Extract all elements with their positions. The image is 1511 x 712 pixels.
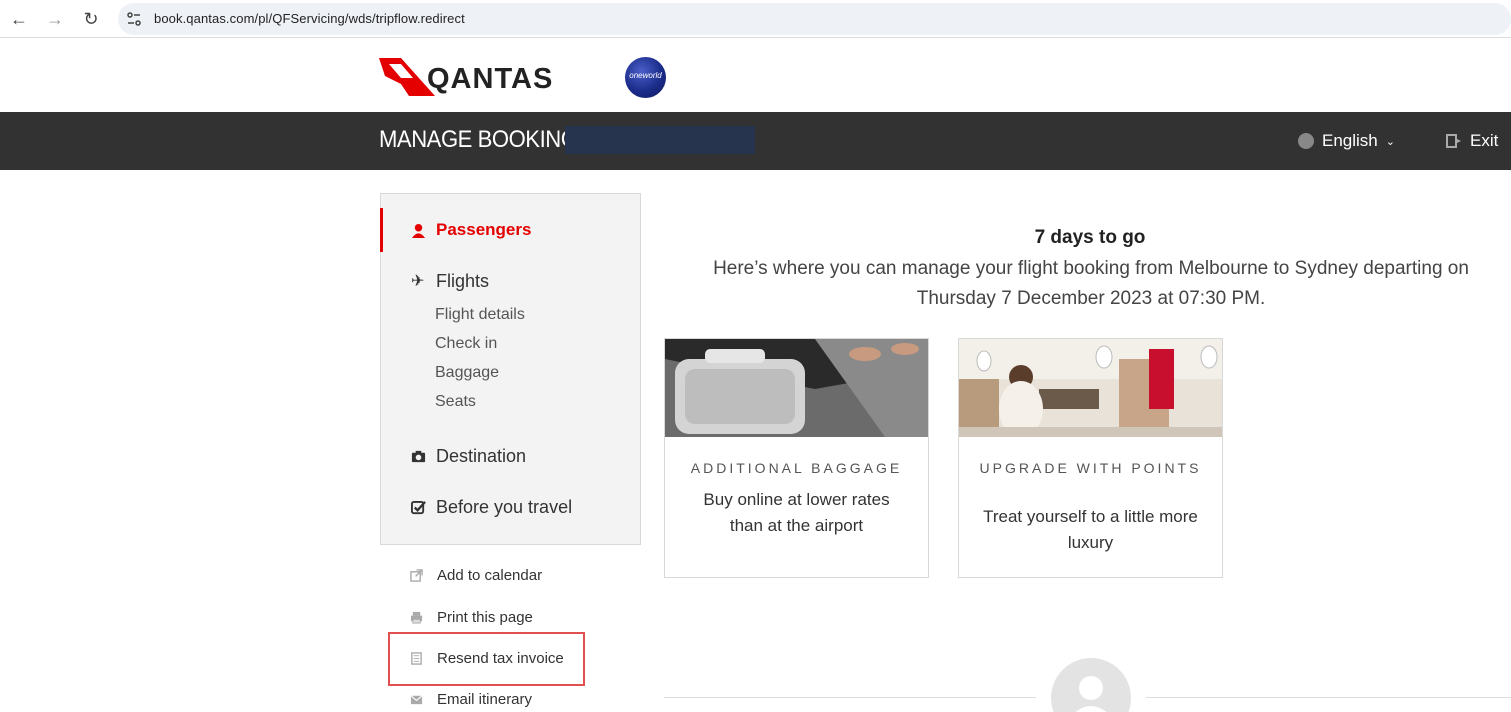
divider-right [1146, 697, 1511, 698]
sidebar-item-label: Before you travel [436, 497, 573, 517]
action-label: Email itinerary [437, 691, 533, 708]
sidebar-subitem-flight-details[interactable]: Flight details [435, 306, 525, 324]
avatar [1051, 658, 1131, 712]
oneworld-logo: oneworld [625, 57, 666, 98]
person-placeholder-icon [1075, 676, 1107, 712]
additional-baggage-card[interactable]: ADDITIONAL BAGGAGE Buy online at lower r… [664, 338, 929, 578]
sidebar-subitem-check-in[interactable]: Check in [435, 335, 497, 353]
sidebar-item-before-you-travel[interactable]: Before you travel [411, 497, 572, 518]
sidebar-subitem-seats[interactable]: Seats [435, 393, 476, 411]
logo-text: QANTAS [427, 63, 553, 95]
action-label: Add to calendar [437, 567, 543, 584]
address-bar[interactable]: book.qantas.com/pl/QFServicing/wds/tripf… [118, 3, 1511, 35]
baggage-image [665, 339, 928, 437]
email-itinerary-link[interactable]: Email itinerary [410, 691, 532, 708]
booking-reference-redacted [565, 126, 755, 154]
page-title: MANAGE BOOKING [379, 126, 578, 153]
browser-toolbar: ← → ↻ book.qantas.com/pl/QFServicing/wds… [0, 0, 1511, 38]
booking-description: Here’s where you can manage your flight … [713, 258, 1469, 309]
chevron-down-icon: ⌄ [1385, 135, 1395, 148]
external-link-icon [410, 569, 423, 582]
qantas-logo[interactable]: QANTAS [379, 56, 584, 103]
business-class-image [959, 339, 1222, 437]
printer-icon [410, 611, 423, 624]
print-page-link[interactable]: Print this page [410, 609, 533, 626]
sidebar-item-label: Destination [436, 446, 527, 466]
card-text: Buy online at lower rates than at the ai… [703, 490, 890, 535]
globe-icon [1298, 133, 1314, 149]
card-text: Treat yourself to a little more luxury [983, 507, 1198, 552]
forward-icon[interactable]: → [45, 9, 65, 29]
sidebar-item-destination[interactable]: Destination [411, 446, 526, 467]
camera-icon [411, 450, 426, 463]
divider-left [664, 697, 1036, 698]
language-label: English [1322, 131, 1378, 150]
exit-label: Exit [1470, 131, 1499, 150]
exit-button[interactable]: Exit [1446, 131, 1498, 151]
sidebar-item-flights[interactable]: ✈ Flights [411, 271, 489, 292]
envelope-icon [410, 695, 423, 705]
card-category: UPGRADE WITH POINTS [979, 460, 1202, 476]
back-icon[interactable]: ← [9, 9, 29, 29]
highlight-box [388, 632, 585, 686]
sidebar-subitem-baggage[interactable]: Baggage [435, 364, 499, 382]
exit-icon [1446, 134, 1461, 148]
reload-icon[interactable]: ↻ [81, 9, 101, 29]
site-info-icon[interactable] [126, 11, 142, 27]
add-to-calendar-link[interactable]: Add to calendar [410, 567, 542, 584]
sidebar-item-label: Flights [436, 271, 490, 291]
plane-icon: ✈ [411, 273, 425, 290]
url-text[interactable]: book.qantas.com/pl/QFServicing/wds/tripf… [154, 11, 465, 26]
brand-bar: QANTAS oneworld [0, 38, 1511, 112]
checkbox-icon [411, 500, 426, 515]
language-selector[interactable]: English ⌄ [1298, 131, 1395, 151]
countdown-heading: 7 days to go [1034, 227, 1146, 248]
action-label: Print this page [437, 609, 533, 626]
manage-booking-header: MANAGE BOOKING English ⌄ Exit [0, 112, 1511, 170]
upgrade-with-points-card[interactable]: UPGRADE WITH POINTS Treat yourself to a … [958, 338, 1223, 578]
card-category: ADDITIONAL BAGGAGE [690, 460, 903, 476]
oneworld-text: oneworld [629, 71, 662, 80]
